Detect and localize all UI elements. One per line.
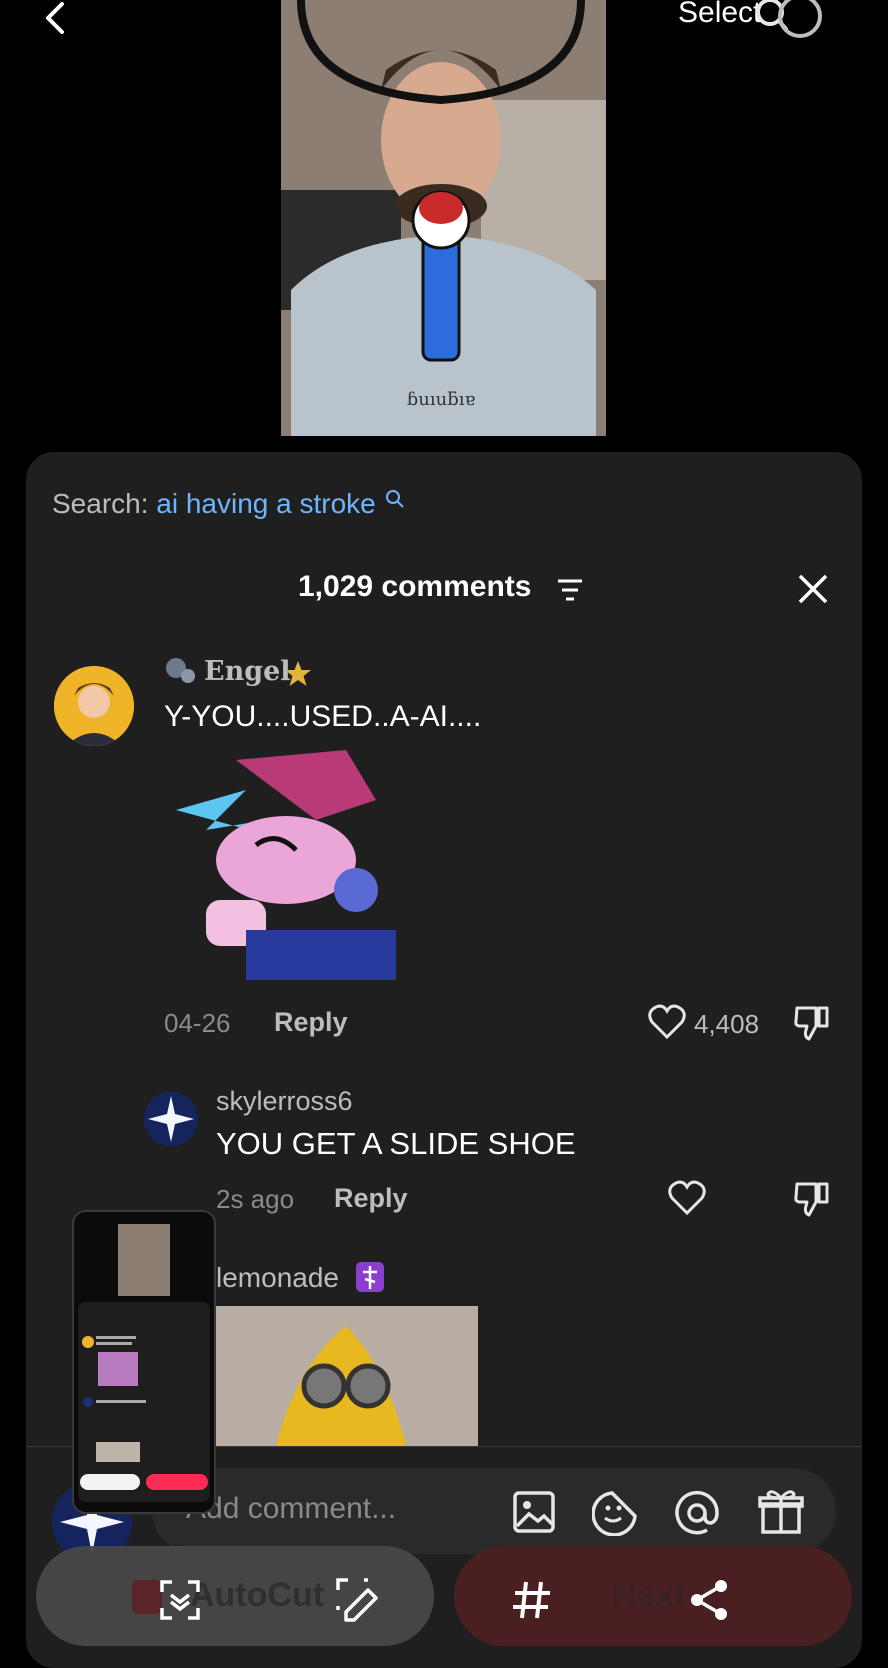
select-toggle[interactable] — [778, 0, 822, 38]
badge-icon — [164, 656, 196, 691]
comment-date: 2s ago — [216, 1184, 295, 1214]
image-button[interactable] — [512, 1490, 556, 1539]
back-arrow-icon — [46, 2, 64, 34]
reply-button[interactable]: Reply — [334, 1183, 408, 1214]
comment-text: YOU GET A SLIDE SHOE — [216, 1126, 576, 1161]
image-icon — [513, 1491, 555, 1533]
filter-icon[interactable] — [556, 578, 584, 607]
autocut-label[interactable]: AutoCut — [190, 1576, 324, 1615]
dislike-button[interactable] — [794, 1180, 830, 1223]
scan-icon — [160, 1580, 200, 1620]
dislike-button[interactable] — [794, 1004, 830, 1047]
scan-button[interactable] — [158, 1578, 202, 1627]
mention-icon — [675, 1490, 719, 1535]
video-thumbnail[interactable]: ɓuıuƃıɐ — [281, 0, 606, 436]
search-suggestion[interactable]: Search: ai having a stroke — [52, 488, 406, 520]
search-query[interactable]: ai having a stroke — [156, 488, 375, 519]
close-button[interactable] — [796, 572, 830, 606]
like-button[interactable] — [648, 1004, 686, 1045]
like-button[interactable] — [668, 1180, 706, 1221]
cross-badge-icon — [356, 1262, 384, 1292]
edit-button[interactable] — [334, 1576, 380, 1629]
next-label[interactable]: Next — [612, 1576, 686, 1615]
select-button[interactable]: Select — [678, 0, 761, 30]
avatar[interactable] — [54, 666, 134, 746]
comment-text: Y-YOU....USED..A-AI.... — [164, 700, 482, 733]
search-icon — [385, 490, 404, 508]
hashtag-button[interactable] — [510, 1578, 554, 1627]
comment-date: 04-26 — [164, 1008, 231, 1038]
gift-icon — [758, 1490, 804, 1534]
dislike-icon — [794, 1182, 829, 1217]
like-count: 4,408 — [694, 1009, 760, 1039]
sticker-button[interactable] — [591, 1490, 638, 1541]
heart-icon — [668, 1180, 706, 1216]
edit-icon — [336, 1578, 378, 1622]
hashtag-icon — [513, 1581, 550, 1619]
share-icon — [691, 1580, 727, 1620]
heart-icon — [648, 1004, 686, 1040]
back-button[interactable] — [36, 0, 76, 40]
sticker-icon — [591, 1491, 637, 1537]
reply-button[interactable]: Reply — [274, 1007, 348, 1038]
avatar[interactable] — [144, 1092, 198, 1146]
svg-text:ɓuıuƃıɐ: ɓuıuƃıɐ — [407, 389, 476, 410]
share-button[interactable] — [688, 1578, 730, 1627]
comment-username[interactable]: skylerross6 — [216, 1086, 353, 1117]
comment-input-placeholder[interactable]: Add comment... — [186, 1492, 396, 1526]
mention-button[interactable] — [674, 1490, 720, 1541]
comment-username[interactable]: Engel — [204, 656, 291, 687]
comment-sticker[interactable] — [166, 750, 430, 986]
gift-button[interactable] — [758, 1488, 804, 1541]
comment-sticker[interactable] — [216, 1306, 478, 1446]
screenshot-preview[interactable] — [72, 1210, 216, 1514]
dislike-icon — [794, 1006, 829, 1041]
comments-count: 1,029 comments — [298, 570, 532, 603]
search-prefix: Search: — [52, 488, 149, 519]
comment-username[interactable]: lemonade — [216, 1262, 339, 1294]
star-icon — [284, 660, 312, 693]
close-icon — [798, 574, 828, 604]
